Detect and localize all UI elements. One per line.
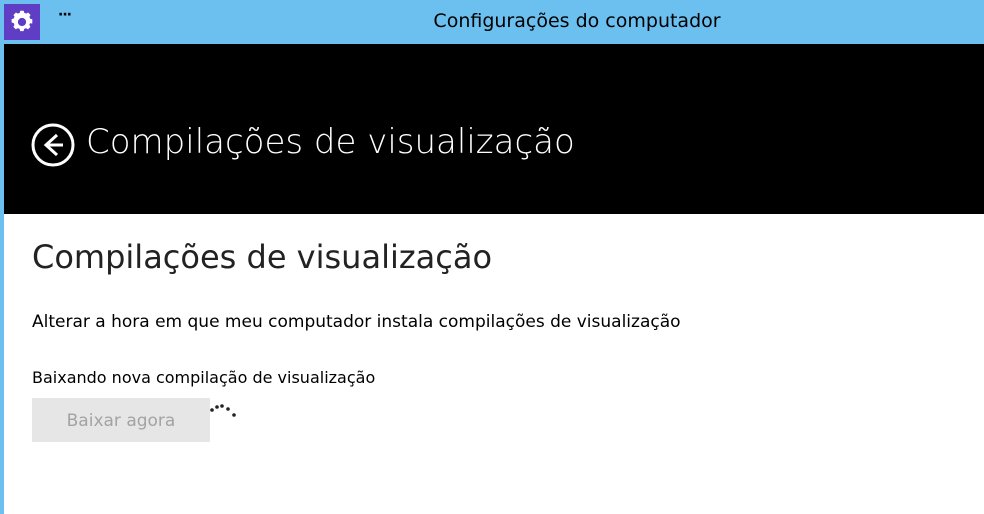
section-title: Compilações de visualização bbox=[32, 238, 493, 276]
loading-spinner-icon bbox=[210, 404, 236, 417]
back-arrow-icon[interactable] bbox=[30, 122, 76, 168]
main-content: Compilações de visualização Alterar a ho… bbox=[0, 214, 984, 514]
window-title: Configurações do computador bbox=[433, 10, 721, 32]
download-status-text: Baixando nova compilação de visualização bbox=[32, 368, 376, 387]
settings-window: ··· Configurações do computador Compilaç… bbox=[0, 0, 984, 514]
page-header: Compilações de visualização bbox=[0, 44, 984, 214]
page-title: Compilações de visualização bbox=[86, 122, 575, 162]
download-now-button[interactable]: Baixar agora bbox=[32, 398, 210, 442]
change-install-time-link[interactable]: Alterar a hora em que meu computador ins… bbox=[32, 312, 681, 332]
title-bar[interactable]: ··· Configurações do computador bbox=[0, 0, 984, 44]
